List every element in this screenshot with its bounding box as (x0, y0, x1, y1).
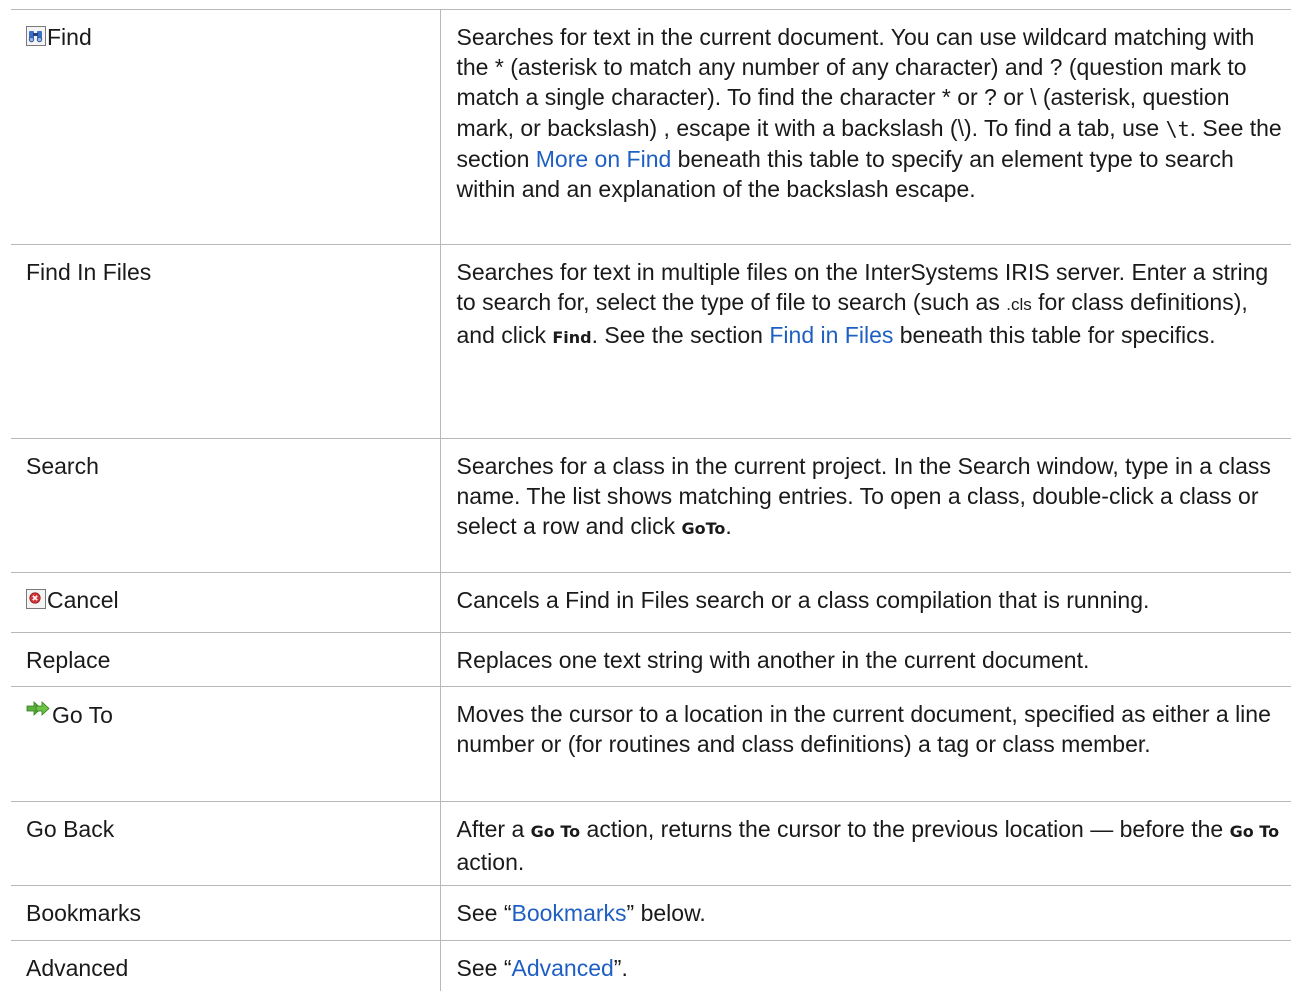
command-label-find-in-files: Find In Files (26, 259, 152, 285)
go-to-arrow-icon (26, 700, 52, 722)
goto-button-label: GoTo (681, 519, 726, 539)
go-to-action-label: Go To (530, 822, 581, 841)
description-text: beneath this table for specifics. (893, 322, 1216, 349)
table-row: Bookmarks See “Bookmarks” below. (11, 885, 1291, 941)
description-text: ” below. (626, 900, 706, 926)
command-cell: Advanced (11, 940, 441, 991)
bookmarks-link[interactable]: Bookmarks (511, 900, 626, 926)
commands-table: Find Searches for text in the current do… (11, 9, 1291, 991)
table-row: Go To Moves the cursor to a location in … (11, 686, 1291, 802)
find-in-files-link[interactable]: Find in Files (769, 322, 893, 348)
description-text: Searches for text in the current documen… (456, 24, 1255, 141)
description-cell: Cancels a Find in Files search or a clas… (440, 572, 1291, 633)
table-row: Search Searches for a class in the curre… (11, 438, 1291, 573)
command-cell: Go Back (11, 801, 441, 886)
description-text: See “ (456, 955, 512, 981)
cancel-icon (26, 589, 46, 610)
table-row: Find In Files Searches for text in multi… (11, 244, 1291, 439)
command-label-find: Find (47, 24, 92, 50)
command-cell: Search (11, 438, 441, 573)
find-button-label: Find (552, 328, 592, 348)
description-text: action, returns the cursor to the previo… (580, 816, 1230, 842)
more-on-find-link[interactable]: More on Find (536, 146, 672, 172)
description-cell: Moves the cursor to a location in the cu… (440, 686, 1291, 802)
advanced-link[interactable]: Advanced (511, 955, 613, 981)
description-cell: After a Go To action, returns the cursor… (440, 801, 1291, 886)
command-label-go-back: Go Back (26, 816, 115, 842)
description-cell: Searches for text in the current documen… (440, 9, 1291, 245)
command-label-go-to: Go To (52, 701, 113, 728)
description-text: Cancels a Find in Files search or a clas… (456, 587, 1150, 613)
command-label-search: Search (26, 453, 99, 479)
command-cell: Replace (11, 632, 441, 687)
description-text: Searches for a class in the current proj… (456, 453, 1271, 540)
table-row: Replace Replaces one text string with an… (11, 632, 1291, 687)
go-to-action-label: Go To (1229, 822, 1280, 841)
command-label-replace: Replace (26, 647, 111, 673)
description-text: Moves the cursor to a location in the cu… (456, 701, 1271, 758)
cls-extension-text: .cls (1006, 295, 1032, 315)
description-text: See “ (456, 900, 512, 926)
description-text: action. (456, 849, 525, 876)
table-row: Cancel Cancels a Find in Files search or… (11, 572, 1291, 633)
command-cell: Bookmarks (11, 885, 441, 941)
description-text: After a (456, 816, 531, 842)
command-cell: Find (11, 9, 441, 245)
description-text: . (725, 513, 732, 540)
command-label-advanced: Advanced (26, 955, 129, 981)
command-cell: Find In Files (11, 244, 441, 439)
description-cell: Searches for a class in the current proj… (440, 438, 1291, 573)
description-text: Replaces one text string with another in… (456, 647, 1090, 673)
table-row: Go Back After a Go To action, returns th… (11, 801, 1291, 886)
description-cell: See “Advanced”. (440, 940, 1291, 991)
description-text: . See the section (591, 322, 770, 349)
description-cell: Replaces one text string with another in… (440, 632, 1291, 687)
description-cell: See “Bookmarks” below. (440, 885, 1291, 941)
description-text: ”. (613, 955, 628, 981)
command-cell: Go To (11, 686, 441, 802)
command-label-cancel: Cancel (47, 587, 119, 613)
table-row: Advanced See “Advanced”. (11, 940, 1291, 991)
description-cell: Searches for text in multiple files on t… (440, 244, 1291, 439)
command-label-bookmarks: Bookmarks (26, 900, 142, 926)
command-cell: Cancel (11, 572, 441, 633)
table-row: Find Searches for text in the current do… (11, 9, 1291, 245)
tab-escape-code: \t (1165, 116, 1190, 141)
binoculars-icon (26, 26, 46, 47)
